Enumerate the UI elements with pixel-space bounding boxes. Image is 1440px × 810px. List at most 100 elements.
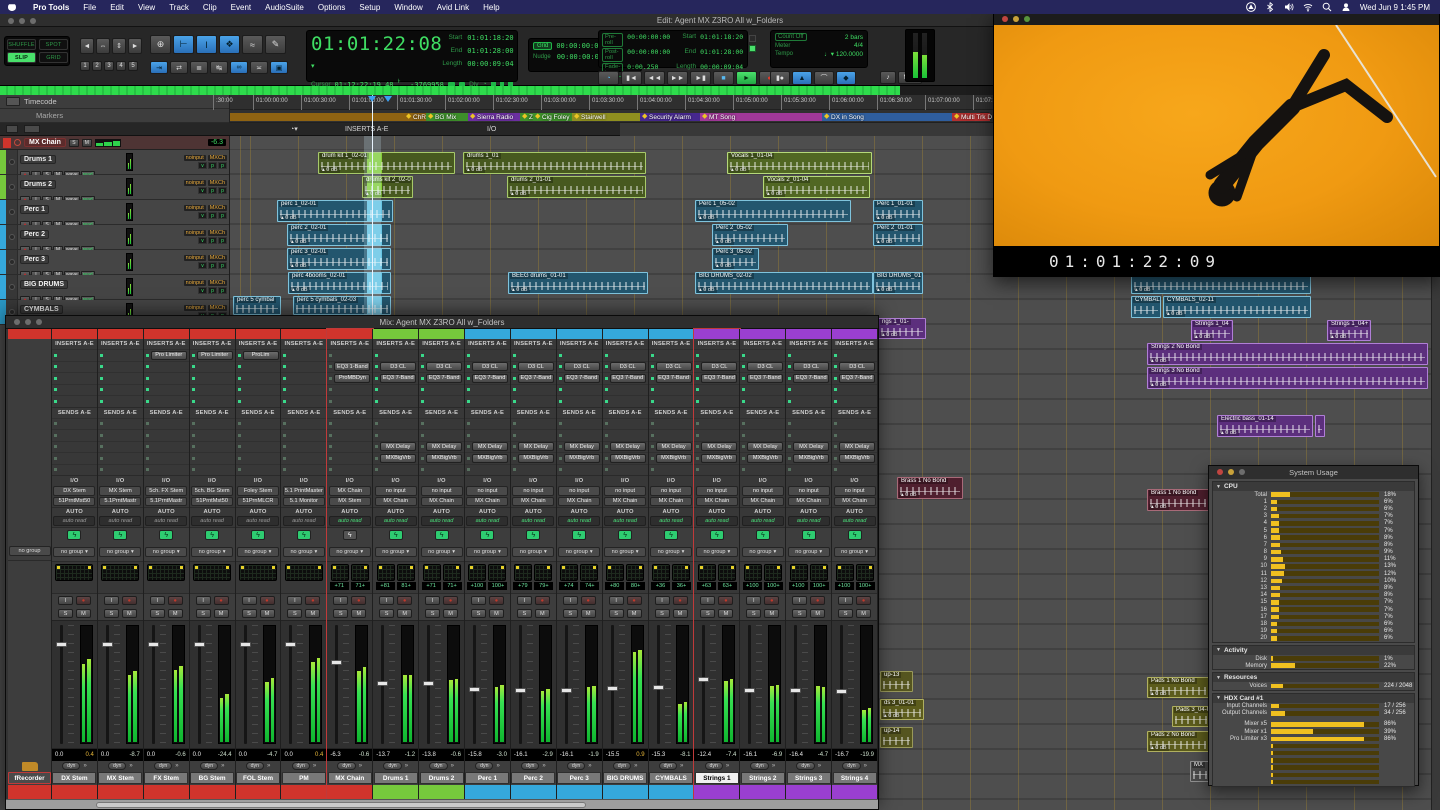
- fader-section[interactable]: [236, 620, 281, 749]
- freeze-icon[interactable]: [9, 209, 15, 215]
- video-zoom-icon[interactable]: [1024, 16, 1030, 22]
- cpu-header[interactable]: ▼CPU: [1213, 482, 1414, 491]
- input-path-button[interactable]: no input: [742, 486, 784, 496]
- track-row-big-drums[interactable]: BIG DRUMS●ISMwavereadnoinputMXChvpp: [0, 275, 229, 300]
- send-slot-4[interactable]: MXBigVrb: [786, 452, 831, 464]
- clip-brass-1-no-bond[interactable]: Brass 1 No Bond▴ 0 dB: [1147, 489, 1209, 511]
- insert-slot-1[interactable]: Pro Limiter: [190, 349, 235, 361]
- send-mxbigvrb[interactable]: MXBigVrb: [610, 454, 646, 463]
- track-output-value[interactable]: MXCh: [208, 180, 227, 186]
- dyn-processing-button[interactable]: ϟ: [526, 530, 540, 540]
- clip-gain-badge[interactable]: ▴ 0 dB: [290, 287, 310, 293]
- insert-slot-3[interactable]: ProMBDyn: [327, 372, 372, 384]
- pan-grid-right[interactable]: [397, 564, 415, 581]
- fader-track[interactable]: [657, 625, 660, 744]
- group-button[interactable]: no group▾: [558, 547, 600, 557]
- automation-mode-button[interactable]: auto read: [329, 516, 371, 526]
- mixer-strip-dx-stem[interactable]: INSERTS A-ESENDS A-EI/ODX Stem51PrntMst5…: [52, 329, 98, 799]
- insert-slot-1[interactable]: [603, 349, 648, 361]
- send-slot-5[interactable]: [832, 464, 877, 476]
- main-counter[interactable]: 01:01:22:08: [311, 33, 442, 55]
- mute-button[interactable]: M: [168, 609, 183, 618]
- track-output-value[interactable]: MXCh: [208, 155, 227, 161]
- pan-button[interactable]: v: [198, 162, 207, 169]
- insert-slot-5[interactable]: [694, 395, 739, 407]
- output-path-button[interactable]: MX Chain: [696, 497, 738, 507]
- insert-plugin-eq3-7-band[interactable]: EQ3 7-Band: [610, 374, 646, 383]
- dyn-processing-button[interactable]: ϟ: [113, 530, 127, 540]
- clip-gain-badge[interactable]: ▴ 0 dB: [279, 215, 299, 221]
- countoff-button[interactable]: ⌒: [814, 71, 834, 85]
- clip-gain-badge[interactable]: ▴ 0 dB: [1133, 287, 1153, 293]
- dyn-button[interactable]: dyn: [200, 762, 218, 770]
- insert-slot-1[interactable]: [419, 349, 464, 361]
- send-slot-5[interactable]: [190, 464, 235, 476]
- sel-start-value[interactable]: 01:01:18:20: [467, 34, 513, 47]
- send-slot-5[interactable]: [740, 464, 785, 476]
- fader-cap[interactable]: [423, 681, 434, 686]
- clip-ngs-1-01-[interactable]: ngs 1_01-▴ 0 dB: [878, 318, 926, 339]
- dyn-processing-button[interactable]: ϟ: [710, 530, 724, 540]
- selection-end-flag[interactable]: [384, 96, 392, 102]
- dyn-processing-button[interactable]: ϟ: [159, 530, 173, 540]
- fader-flip-icon[interactable]: »: [129, 763, 132, 769]
- insert-slot-1[interactable]: [52, 349, 97, 361]
- input-monitor-button[interactable]: I: [104, 596, 119, 605]
- insert-slot-3[interactable]: [144, 372, 189, 384]
- mute-button[interactable]: M: [856, 609, 871, 618]
- fader-cap[interactable]: [377, 681, 388, 686]
- pan-left-value[interactable]: +74: [559, 582, 578, 590]
- send-slot-2[interactable]: [98, 429, 143, 441]
- send-slot-2[interactable]: [419, 429, 464, 441]
- insert-slot-2[interactable]: D3 CL: [832, 361, 877, 373]
- clip-drum-kit-1-02-01[interactable]: drum kit 1_02-01▴ 0 dB: [318, 152, 455, 174]
- markers-ruler-label[interactable]: Markers: [0, 111, 63, 120]
- clip-gain-badge[interactable]: ▴ 0 dB: [1219, 430, 1239, 436]
- zoom-vertical[interactable]: ⇕: [112, 38, 126, 54]
- fader-flip-icon[interactable]: »: [542, 763, 545, 769]
- go-to-end-button[interactable]: ►▮: [690, 71, 711, 85]
- peak-value[interactable]: 0.9: [636, 752, 644, 758]
- send-slot-4[interactable]: [52, 452, 97, 464]
- peak-value[interactable]: -19.9: [860, 752, 874, 758]
- insert-slot-2[interactable]: D3 CL: [511, 361, 556, 373]
- solo-button[interactable]: S: [609, 609, 624, 618]
- insert-slot-4[interactable]: [236, 384, 281, 396]
- send-mxbigvrb[interactable]: MXBigVrb: [656, 454, 692, 463]
- clip-vocals-2-01-04[interactable]: Vocals 2_01-04▴ 0 dB: [763, 176, 870, 198]
- clip-big-drums-01-[interactable]: BIG DRUMS_01-▴ 0 dB: [873, 272, 923, 294]
- insert-slot-3[interactable]: EQ3 7-Band: [419, 372, 464, 384]
- fader-flip-icon[interactable]: »: [726, 763, 729, 769]
- peak-value[interactable]: -3.0: [497, 752, 507, 758]
- collapse-icon[interactable]: ▼: [1216, 675, 1221, 681]
- send-slot-5[interactable]: [557, 464, 602, 476]
- dyn-processing-button[interactable]: ϟ: [572, 530, 586, 540]
- pan-right-value[interactable]: 71+: [351, 582, 370, 590]
- fader-cap[interactable]: [790, 688, 801, 693]
- pan-right-value[interactable]: 79+: [534, 582, 553, 590]
- insert-plugin-eq3-7-band[interactable]: EQ3 7-Band: [747, 374, 783, 383]
- freeze-icon[interactable]: [9, 234, 15, 240]
- track-input-value[interactable]: noinput: [184, 155, 206, 161]
- return-to-zero-button[interactable]: ▮◄: [621, 71, 642, 85]
- record-enable-button[interactable]: ●: [260, 596, 275, 605]
- fader-flip-icon[interactable]: »: [313, 763, 316, 769]
- input-path-button[interactable]: no input: [788, 486, 830, 496]
- insert-slot-1[interactable]: [281, 349, 326, 361]
- track-input-value[interactable]: noinput: [184, 230, 206, 236]
- input-monitor-button[interactable]: I: [746, 596, 761, 605]
- send-mx-delay[interactable]: MX Delay: [701, 442, 737, 451]
- freeze-icon[interactable]: [9, 259, 15, 265]
- clip-gain-badge[interactable]: ▴ 0 dB: [882, 713, 902, 719]
- send-slot-1[interactable]: [419, 418, 464, 430]
- send-mxbigvrb[interactable]: MXBigVrb: [380, 454, 416, 463]
- fader-cap[interactable]: [240, 642, 251, 647]
- automation-mode-button[interactable]: auto read: [421, 516, 463, 526]
- insert-slot-5[interactable]: [419, 395, 464, 407]
- freeze-icon[interactable]: [9, 159, 15, 165]
- freeze-icon[interactable]: [9, 284, 15, 290]
- track-list-icon[interactable]: [6, 125, 18, 133]
- track-input-value[interactable]: noinput: [184, 305, 206, 311]
- fader-flip-icon[interactable]: »: [267, 763, 270, 769]
- send-mx-delay[interactable]: MX Delay: [610, 442, 646, 451]
